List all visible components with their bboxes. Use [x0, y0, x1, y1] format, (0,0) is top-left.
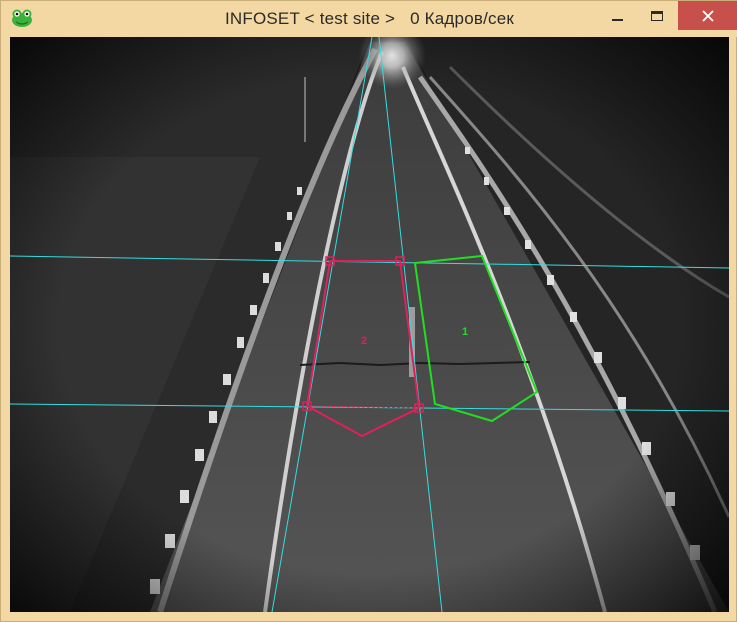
app-window: INFOSET < test site > 0 Кадров/сек 1 2	[0, 0, 737, 622]
maximize-button[interactable]	[637, 1, 677, 30]
maximize-icon	[651, 10, 663, 21]
minimize-button[interactable]	[597, 1, 637, 30]
zone-1-label: 1	[462, 326, 468, 338]
title-site: < test site >	[304, 9, 396, 28]
title-bar[interactable]: INFOSET < test site > 0 Кадров/сек	[1, 1, 737, 37]
camera-view[interactable]: 1 2	[10, 37, 729, 612]
close-button[interactable]	[678, 1, 737, 30]
title-app-name: INFOSET	[224, 9, 300, 28]
lens-vignette	[10, 37, 729, 612]
minimize-icon	[611, 18, 623, 21]
close-icon	[702, 9, 714, 22]
camera-frame: 1 2	[10, 37, 729, 612]
title-fps: 0 Кадров/сек	[410, 9, 515, 28]
zone-2-label: 2	[361, 335, 367, 347]
